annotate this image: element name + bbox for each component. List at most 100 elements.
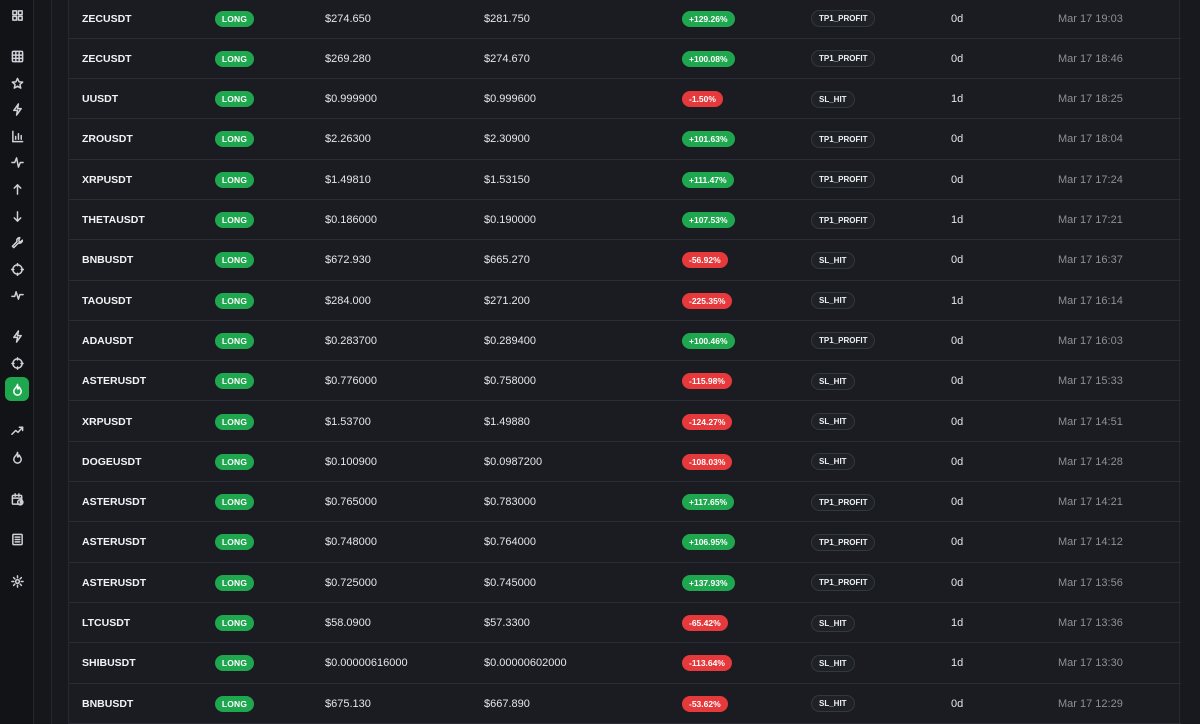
settings-gear-icon[interactable] xyxy=(5,569,29,593)
pnl-badge: -1.50% xyxy=(682,91,723,108)
symbol-cell: LTCUSDT xyxy=(82,617,131,629)
side-cell: LONG xyxy=(215,160,254,200)
table-row[interactable]: TAOUSDT LONG $284.000 $271.200 -225.35% … xyxy=(69,281,1181,321)
timestamp-cell: Mar 17 16:14 xyxy=(1058,294,1123,307)
crosshair-icon[interactable] xyxy=(5,257,29,281)
dashboard-grid-icon[interactable] xyxy=(5,3,29,27)
table-grid-icon[interactable] xyxy=(5,44,29,68)
document-list-icon[interactable] xyxy=(5,527,29,551)
close-reason-badge: SL_HIT xyxy=(811,695,855,713)
timestamp-cell: Mar 17 19:03 xyxy=(1058,12,1123,25)
entry-price-cell: $0.186000 xyxy=(325,214,377,226)
pnl-cell: -65.42% xyxy=(682,603,728,643)
calendar-clock-icon[interactable] xyxy=(5,487,29,511)
side-badge: LONG xyxy=(215,50,254,67)
pnl-cell: -225.35% xyxy=(682,281,733,321)
pnl-badge: -65.42% xyxy=(682,615,728,631)
table-row[interactable]: ASTERUSDT LONG $0.776000 $0.758000 -115.… xyxy=(69,361,1181,402)
trending-up-icon[interactable] xyxy=(5,418,29,442)
duration-cell: 1d xyxy=(951,93,964,106)
pnl-badge: -124.27% xyxy=(682,413,733,430)
duration-cell: 0d xyxy=(951,375,964,388)
pnl-cell: -115.98% xyxy=(682,361,732,401)
bar-chart-icon[interactable] xyxy=(5,124,29,148)
table-row[interactable]: ZROUSDT LONG $2.26300 $2.30900 +101.63% … xyxy=(69,119,1181,160)
timestamp-cell: Mar 17 15:33 xyxy=(1058,375,1123,388)
bolt-icon[interactable] xyxy=(5,324,29,348)
entry-price-cell: $0.999900 xyxy=(325,93,377,106)
timestamp-cell: Mar 17 13:30 xyxy=(1058,657,1123,670)
exit-price-cell: $1.53150 xyxy=(484,173,530,186)
close-reason-badge: SL_HIT xyxy=(811,614,855,632)
side-badge: LONG xyxy=(215,453,254,470)
timestamp-cell: Mar 17 17:21 xyxy=(1058,214,1123,226)
side-badge: LONG xyxy=(215,574,254,591)
close-reason-badge: SL_HIT xyxy=(811,372,855,390)
symbol-cell: ASTERUSDT xyxy=(82,496,147,509)
activity-icon[interactable] xyxy=(5,150,29,174)
arrow-down-icon[interactable] xyxy=(5,204,29,228)
side-badge: LONG xyxy=(215,695,254,712)
close-reason-badge: SL_HIT xyxy=(811,453,855,471)
close-reason-cell: TP1_PROFIT xyxy=(811,200,876,240)
close-reason-cell: SL_HIT xyxy=(811,643,855,683)
exit-price-cell: $274.670 xyxy=(484,52,530,65)
side-cell: LONG xyxy=(215,281,254,321)
table-row[interactable]: ADAUSDT LONG $0.283700 $0.289400 +100.46… xyxy=(69,321,1181,362)
table-row[interactable]: SHIBUSDT LONG $0.00000616000 $0.00000602… xyxy=(69,643,1181,684)
close-reason-cell: TP1_PROFIT xyxy=(811,39,876,79)
pnl-cell: +117.65% xyxy=(682,482,735,522)
symbol-cell: XRPUSDT xyxy=(82,415,133,428)
close-reason-badge: SL_HIT xyxy=(811,90,855,108)
pnl-cell: +106.95% xyxy=(682,522,735,562)
close-reason-badge: SL_HIT xyxy=(811,292,855,310)
side-cell: LONG xyxy=(215,522,254,562)
target-icon[interactable] xyxy=(5,351,29,375)
duration-cell: 0d xyxy=(951,254,964,267)
table-row[interactable]: THETAUSDT LONG $0.186000 $0.190000 +107.… xyxy=(69,200,1181,241)
exit-price-cell: $0.783000 xyxy=(484,496,536,509)
table-row[interactable]: ASTERUSDT LONG $0.725000 $0.745000 +137.… xyxy=(69,563,1181,603)
pnl-badge: -225.35% xyxy=(682,292,733,309)
side-cell: LONG xyxy=(215,684,254,724)
symbol-cell: ZECUSDT xyxy=(82,12,132,25)
timestamp-cell: Mar 17 13:56 xyxy=(1058,576,1123,589)
wrench-icon[interactable] xyxy=(5,230,29,254)
table-row[interactable]: DOGEUSDT LONG $0.100900 $0.0987200 -108.… xyxy=(69,442,1181,483)
table-row[interactable]: XRPUSDT LONG $1.49810 $1.53150 +111.47% … xyxy=(69,160,1181,200)
symbol-cell: THETAUSDT xyxy=(82,214,145,226)
fire-icon[interactable] xyxy=(5,445,29,469)
pulse-icon[interactable] xyxy=(5,283,29,307)
close-reason-badge: SL_HIT xyxy=(811,413,855,430)
table-row[interactable]: BNBUSDT LONG $675.130 $667.890 -53.62% S… xyxy=(69,684,1181,724)
symbol-cell: ASTERUSDT xyxy=(82,375,147,388)
table-row[interactable]: UUSDT LONG $0.999900 $0.999600 -1.50% SL… xyxy=(69,79,1181,120)
entry-price-cell: $1.53700 xyxy=(325,415,371,428)
star-icon[interactable] xyxy=(5,71,29,95)
table-row[interactable]: ZECUSDT LONG $269.280 $274.670 +100.08% … xyxy=(69,39,1181,80)
pnl-badge: -53.62% xyxy=(682,695,728,712)
timestamp-cell: Mar 17 17:24 xyxy=(1058,173,1123,186)
pnl-badge: -108.03% xyxy=(682,453,733,470)
symbol-cell: DOGEUSDT xyxy=(82,455,142,468)
flame-icon[interactable] xyxy=(5,377,29,401)
side-cell: LONG xyxy=(215,240,254,280)
close-reason-badge: TP1_PROFIT xyxy=(811,533,876,551)
close-reason-cell: TP1_PROFIT xyxy=(811,119,876,159)
table-row[interactable]: BNBUSDT LONG $672.930 $665.270 -56.92% S… xyxy=(69,240,1181,281)
table-row[interactable]: ZECUSDT LONG $274.650 $281.750 +129.26% … xyxy=(69,0,1181,39)
table-row[interactable]: ASTERUSDT LONG $0.765000 $0.783000 +117.… xyxy=(69,482,1181,523)
arrow-up-icon[interactable] xyxy=(5,177,29,201)
lightning-icon[interactable] xyxy=(5,97,29,121)
duration-cell: 0d xyxy=(951,12,964,25)
symbol-cell: XRPUSDT xyxy=(82,173,133,186)
side-cell: LONG xyxy=(215,361,254,401)
side-cell: LONG xyxy=(215,200,254,240)
table-row[interactable]: XRPUSDT LONG $1.53700 $1.49880 -124.27% … xyxy=(69,402,1181,442)
table-row[interactable]: ASTERUSDT LONG $0.748000 $0.764000 +106.… xyxy=(69,522,1181,563)
duration-cell: 1d xyxy=(951,657,964,670)
table-row[interactable]: LTCUSDT LONG $58.0900 $57.3300 -65.42% S… xyxy=(69,603,1181,644)
duration-cell: 0d xyxy=(951,455,964,468)
side-badge: LONG xyxy=(215,131,254,148)
pnl-cell: -108.03% xyxy=(682,442,733,482)
